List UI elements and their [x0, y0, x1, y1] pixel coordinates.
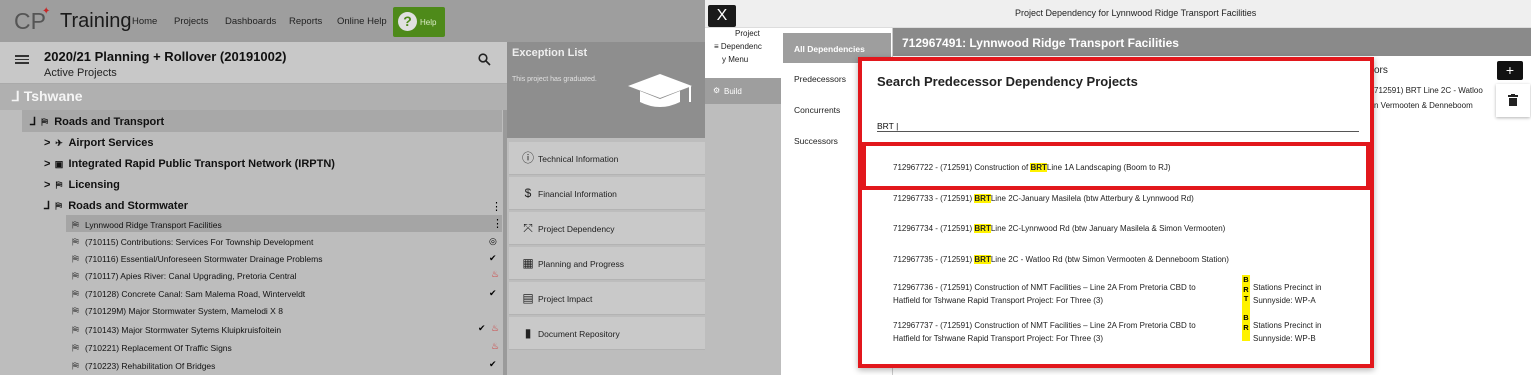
gear-icon: ⚙ [713, 86, 721, 95]
scrollbar[interactable] [503, 110, 507, 375]
dependency-icon: ⤧ [523, 221, 533, 235]
check-circle-icon: ✔ [489, 288, 497, 298]
check-circle-icon: ✔ [489, 359, 497, 369]
kebab-icon[interactable]: ⋮ [491, 200, 502, 213]
project-item[interactable]: ⛿ Lynnwood Ridge Transport Facilities [70, 220, 221, 231]
menu-financial-information[interactable]: $ Financial Information [509, 177, 705, 210]
project-item[interactable]: ⛿ (710223) Rehabilitation Of Bridges [70, 361, 215, 372]
build-button[interactable]: ⚙ Build [705, 78, 781, 104]
question-icon: ? [398, 12, 417, 31]
calendar-icon: ▦ [522, 256, 534, 270]
nav-reports[interactable]: Reports [289, 16, 322, 27]
nav-home[interactable]: Home [132, 16, 157, 27]
plan-title[interactable]: 2020/21 Planning + Rollover (20191002) [44, 49, 286, 64]
menu-project-dependency[interactable]: ⤧ Project Dependency [509, 212, 705, 245]
project-header-title: 712967491: Lynnwood Ridge Transport Faci… [902, 36, 1179, 50]
fire-icon: ♨ [491, 269, 500, 279]
department-label: ⅃ ⛿ Roads and Transport [30, 116, 165, 128]
region-label: ⅃ Tshwane [12, 88, 83, 104]
document-icon: ▮ [524, 326, 532, 340]
road-icon: ⛿ [72, 306, 79, 316]
group-licensing[interactable]: > ⛿ Licensing [44, 179, 120, 191]
project-item[interactable]: ⛿ (710221) Replacement Of Traffic Signs [70, 343, 232, 354]
info-icon: ⓘ [521, 151, 534, 165]
annotation-selected-result-box [862, 142, 1370, 190]
road-icon: ⛿ [72, 271, 79, 281]
road-icon: ⛿ [55, 180, 63, 190]
dependency-row-text: 712591) BRT Line 2C - Watloo [1374, 86, 1483, 95]
dependency-row-text: n Vermooten & Denneboom [1374, 101, 1473, 110]
nav-projects[interactable]: Projects [174, 16, 208, 27]
close-button[interactable]: X [708, 5, 736, 27]
road-icon: ⛿ [72, 361, 79, 371]
menu-planning-progress[interactable]: ▦ Planning and Progress [509, 247, 705, 280]
road-icon: ⛿ [72, 289, 79, 299]
nav-online-help[interactable]: Online Help [337, 16, 387, 27]
group-roads-stormwater[interactable]: ⅃ ⛿ Roads and Stormwater [44, 199, 188, 212]
dialog-side-panel [705, 104, 781, 375]
road-icon: ⛿ [72, 237, 79, 247]
app-title: Training [60, 10, 132, 32]
exception-subtitle: This project has graduated. [512, 76, 597, 83]
group-airport[interactable]: > ✈ Airport Services [44, 137, 153, 149]
graduation-cap-icon [620, 72, 698, 112]
road-icon: ⛿ [55, 201, 62, 211]
road-icon: ⛿ [72, 325, 79, 335]
road-icon: ⛿ [41, 117, 48, 127]
search-icon[interactable] [478, 53, 491, 69]
fire-icon: ♨ [491, 341, 500, 351]
project-item[interactable]: ⛿ (710128) Concrete Canal: Sam Malema Roa… [70, 289, 305, 300]
exception-title: Exception List [512, 47, 588, 59]
group-irptn[interactable]: > ▣ Integrated Rapid Public Transport Net… [44, 158, 335, 170]
hamburger-icon[interactable] [15, 53, 29, 65]
airplane-icon: ✈ [55, 138, 63, 148]
target-icon: ◎ [489, 236, 497, 246]
project-item[interactable]: ⛿ (710115) Contributions: Services For To… [70, 237, 313, 248]
add-button[interactable]: + [1497, 61, 1523, 80]
dollar-icon: $ [524, 186, 532, 200]
menu-project-impact[interactable]: ▤ Project Impact [509, 282, 705, 315]
project-item[interactable]: ⛿ (710117) Apies River: Canal Upgrading, … [70, 271, 296, 282]
trash-icon[interactable] [1496, 84, 1530, 117]
project-item[interactable]: ⛿ (710129M) Major Stormwater System, Mame… [70, 306, 283, 317]
project-item[interactable]: ⛿ (710143) Major Stormwater Sytems Kluipk… [70, 325, 281, 336]
annotation-outer-box [858, 57, 1374, 368]
bus-icon: ▣ [54, 159, 64, 169]
help-button[interactable]: ? Help [393, 7, 445, 37]
logo-accent-icon: ✦ [42, 6, 51, 17]
check-circle-icon: ✔ [478, 323, 486, 333]
fire-icon: ♨ [491, 323, 500, 333]
nav-dashboards[interactable]: Dashboards [225, 16, 276, 27]
column-header: ors [1374, 65, 1388, 76]
menu-document-repository[interactable]: ▮ Document Repository [509, 317, 705, 350]
dialog-title: Project Dependency for Lynnwood Ridge Tr… [1015, 8, 1257, 18]
check-circle-icon: ✔ [489, 253, 497, 263]
road-icon: ⛿ [72, 254, 79, 264]
impact-icon: ▤ [522, 291, 534, 305]
project-item[interactable]: ⛿ (710116) Essential/Unforeseen Stormwate… [70, 254, 322, 265]
road-icon: ⛿ [72, 220, 79, 230]
menu-technical-information[interactable]: ⓘ Technical Information [509, 142, 705, 175]
road-icon: ⛿ [72, 343, 79, 353]
kebab-icon[interactable]: ⋮ [492, 217, 503, 230]
active-projects-label: Active Projects [44, 67, 117, 79]
app-logo[interactable]: CP ✦ [14, 6, 50, 35]
project-dependency-menu[interactable]: Project ≡ Dependenc y Menu [705, 28, 781, 78]
